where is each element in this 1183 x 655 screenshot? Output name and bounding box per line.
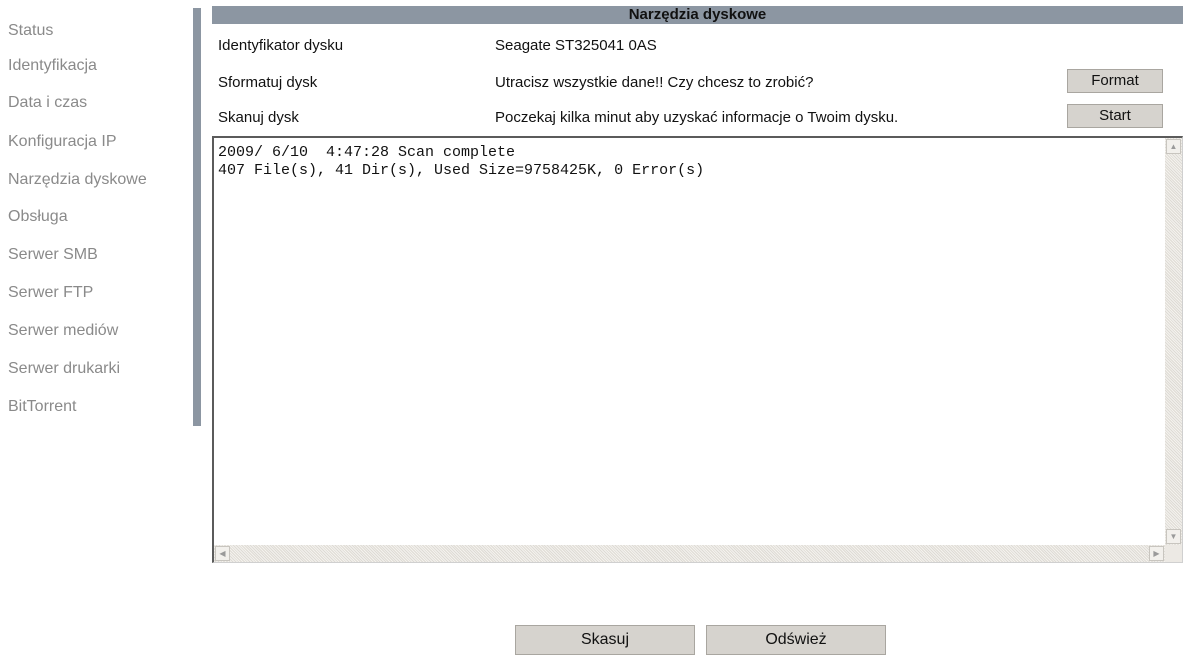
format-disk-label: Sformatuj dysk	[218, 74, 318, 91]
scan-log-line: 2009/ 6/10 4:47:28 Scan complete	[218, 144, 516, 161]
sidebar-item-serwer-ftp[interactable]: Serwer FTP	[8, 284, 93, 302]
sidebar-divider	[193, 8, 201, 426]
sidebar-item-serwer-smb[interactable]: Serwer SMB	[8, 246, 98, 264]
scroll-right-arrow-icon[interactable]: ▶	[1149, 546, 1164, 561]
vertical-scrollbar[interactable]: ▲ ▼	[1165, 138, 1182, 545]
scroll-up-arrow-icon[interactable]: ▲	[1166, 139, 1181, 154]
horizontal-scrollbar[interactable]: ◀ ▶	[214, 545, 1165, 562]
scrollbar-corner	[1165, 545, 1182, 562]
sidebar-item-bittorrent[interactable]: BitTorrent	[8, 398, 76, 416]
sidebar-item-narzedzia-dyskowe[interactable]: Narzędzia dyskowe	[8, 171, 147, 189]
sidebar-item-konfiguracja-ip[interactable]: Konfiguracja IP	[8, 133, 117, 151]
format-button[interactable]: Format	[1067, 69, 1163, 93]
scan-disk-label: Skanuj dysk	[218, 109, 299, 126]
disk-id-label: Identyfikator dysku	[218, 37, 344, 54]
scan-log-content: 2009/ 6/10 4:47:28 Scan complete 407 File…	[218, 144, 704, 180]
reset-button[interactable]: Skasuj	[515, 625, 695, 655]
sidebar-item-obsluga[interactable]: Obsługa	[8, 208, 68, 226]
sidebar-item-status[interactable]: Status	[8, 22, 53, 40]
sidebar-item-data-i-czas[interactable]: Data i czas	[8, 94, 87, 112]
refresh-button[interactable]: Odśwież	[706, 625, 886, 655]
sidebar-item-serwer-drukarki[interactable]: Serwer drukarki	[8, 360, 120, 378]
format-disk-warning: Utracisz wszystkie dane!! Czy chcesz to …	[495, 74, 814, 91]
disk-id-value: Seagate ST325041 0AS	[495, 37, 657, 54]
sidebar-item-identyfikacja[interactable]: Identyfikacja	[8, 57, 97, 75]
scan-disk-info: Poczekaj kilka minut aby uzyskać informa…	[495, 109, 899, 126]
page-title: Narzędzia dyskowe	[212, 6, 1183, 24]
start-scan-button[interactable]: Start	[1067, 104, 1163, 128]
scan-log-textarea[interactable]: 2009/ 6/10 4:47:28 Scan complete 407 File…	[212, 136, 1183, 563]
scan-log-line: 407 File(s), 41 Dir(s), Used Size=975842…	[218, 162, 705, 179]
scroll-down-arrow-icon[interactable]: ▼	[1166, 529, 1181, 544]
scroll-left-arrow-icon[interactable]: ◀	[215, 546, 230, 561]
sidebar-item-serwer-mediow[interactable]: Serwer mediów	[8, 322, 118, 340]
